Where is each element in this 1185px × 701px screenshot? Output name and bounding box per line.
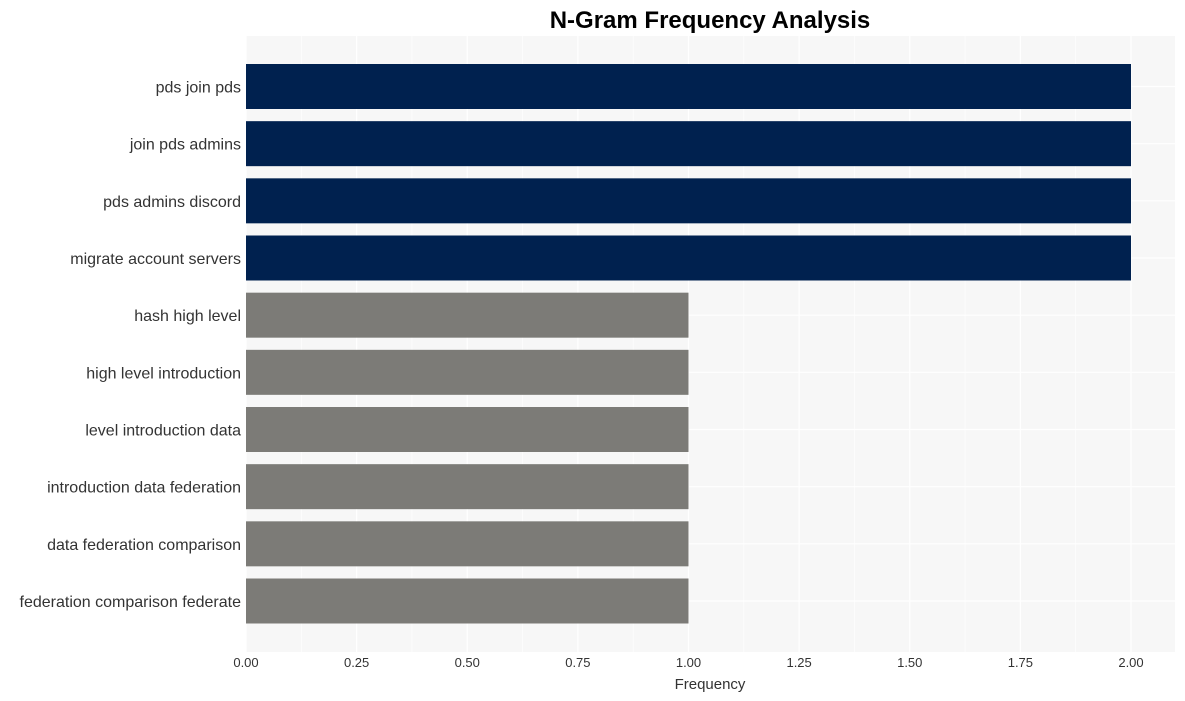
bar <box>246 578 689 624</box>
y-tick-label: introduction data federation <box>47 480 241 497</box>
y-tick-label: hash high level <box>134 308 241 325</box>
x-tick-label: 1.75 <box>1008 655 1033 670</box>
x-tick-label: 0.75 <box>565 655 590 670</box>
x-tick-label: 2.00 <box>1118 655 1143 670</box>
y-tick-label: high level introduction <box>86 365 241 382</box>
x-axis-ticks: 0.00 0.25 0.50 0.75 1.00 1.25 1.50 1.75 2.00 <box>233 655 1143 670</box>
y-tick-label: pds join pds <box>156 80 241 97</box>
x-axis-title: Frequency <box>675 676 746 693</box>
bar <box>246 235 1131 281</box>
bar <box>246 521 689 567</box>
bar <box>246 121 1131 167</box>
y-tick-label: federation comparison federate <box>20 594 242 611</box>
y-tick-label: join pds admins <box>129 137 241 154</box>
y-tick-label: data federation comparison <box>47 537 241 554</box>
y-tick-label: pds admins discord <box>103 194 241 211</box>
y-axis-labels: pds join pds join pds admins pds admins di… <box>20 80 242 612</box>
x-tick-label: 1.25 <box>786 655 811 670</box>
x-tick-label: 0.25 <box>344 655 369 670</box>
bar <box>246 349 689 395</box>
bar <box>246 178 1131 224</box>
x-tick-label: 0.00 <box>233 655 258 670</box>
y-tick-label: level introduction data <box>85 423 241 440</box>
bar <box>246 64 1131 109</box>
chart-title: N-Gram Frequency Analysis <box>550 7 871 34</box>
x-tick-label: 1.00 <box>676 655 701 670</box>
ngram-bar-chart: pds join pds join pds admins pds admins di… <box>20 7 1175 693</box>
bar <box>246 292 689 338</box>
y-tick-label: migrate account servers <box>70 251 241 268</box>
x-tick-label: 0.50 <box>455 655 480 670</box>
x-tick-label: 1.50 <box>897 655 922 670</box>
bar <box>246 464 689 510</box>
bar <box>246 407 689 452</box>
